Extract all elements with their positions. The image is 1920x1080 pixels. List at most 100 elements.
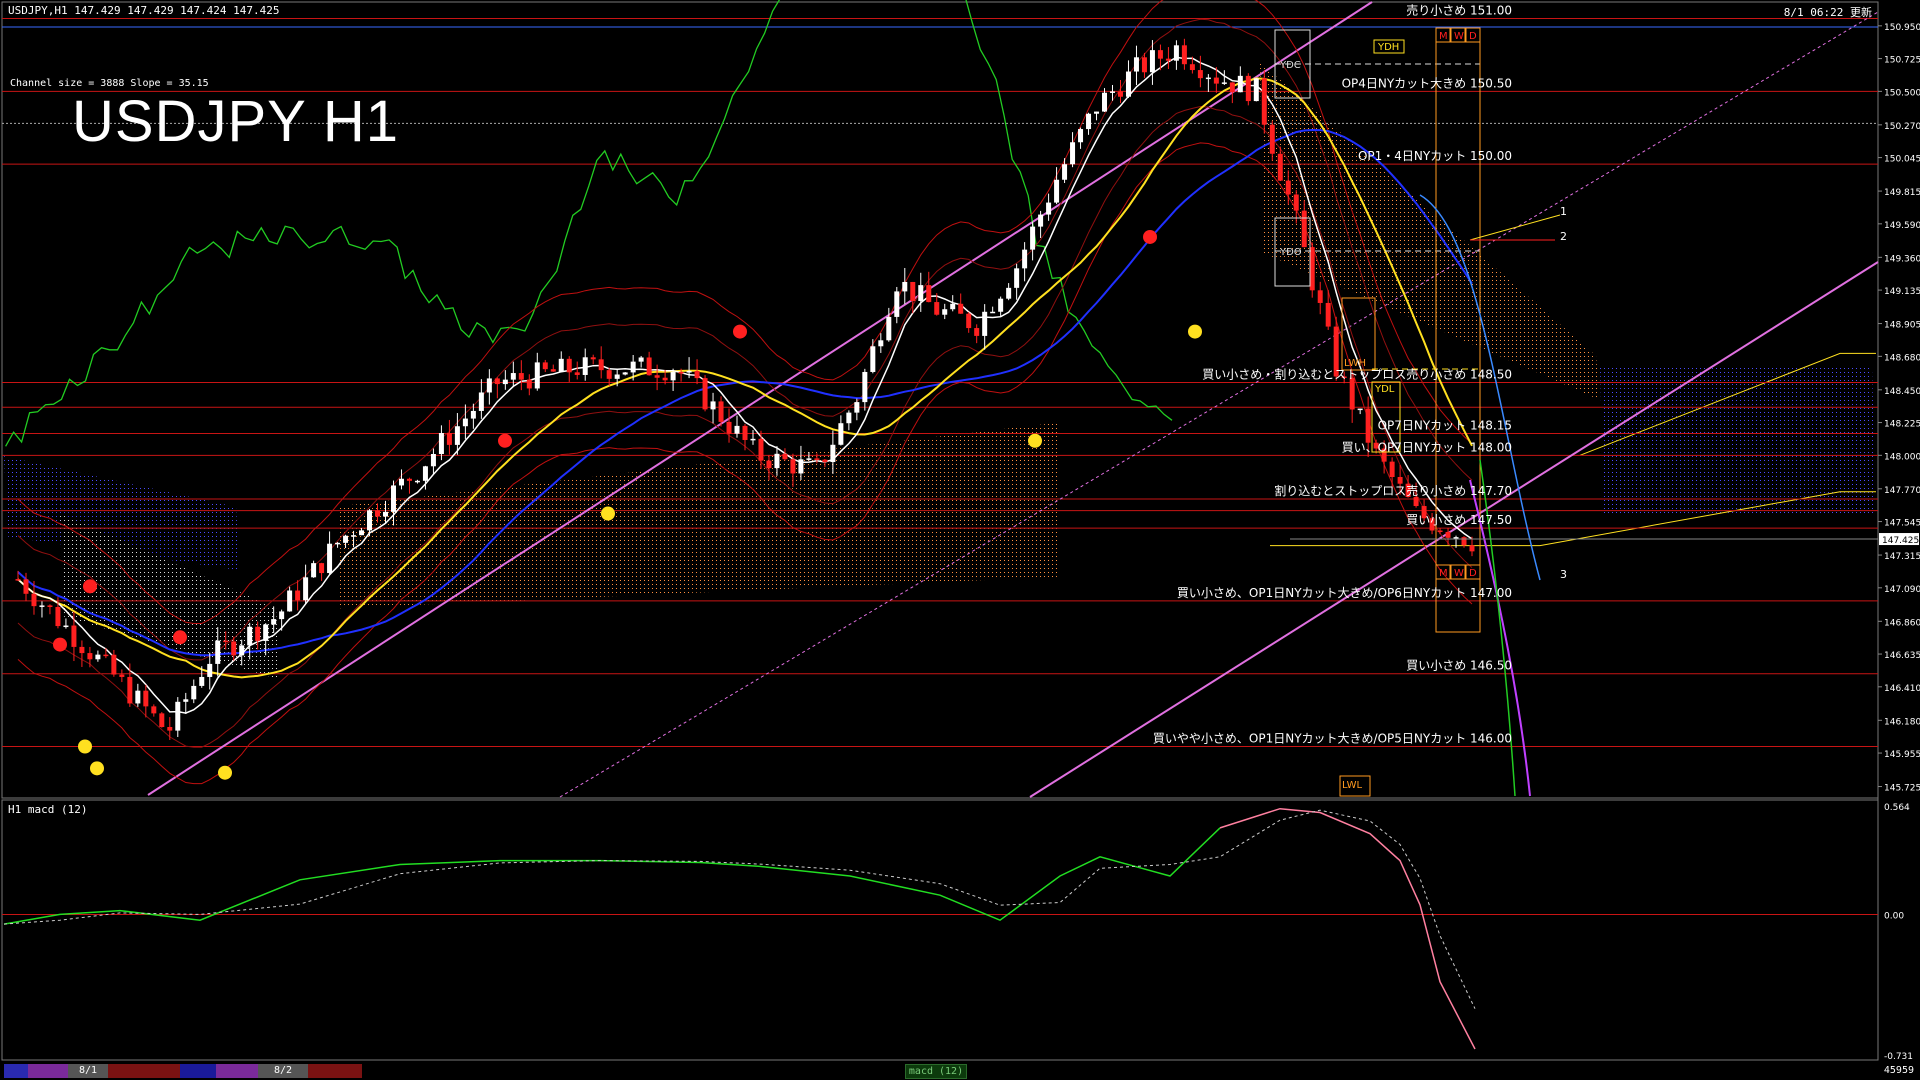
price-chart[interactable]: YDCYDOLWHYDLLWLYDHM W DM W D123 売り小さめ 151.00…	[0, 0, 1920, 1080]
ref-box-label: YDC	[1279, 60, 1301, 71]
candle	[526, 374, 532, 396]
candle	[151, 704, 157, 717]
ref-box-label: YDL	[1374, 384, 1395, 395]
candle	[750, 429, 756, 445]
candle	[862, 368, 868, 411]
candle-body	[630, 361, 636, 373]
candle-body	[79, 646, 85, 654]
level-label: OP7日NYカット 148.15	[1378, 418, 1512, 432]
candle-body	[894, 291, 900, 317]
candle	[1133, 45, 1139, 86]
candle-body	[103, 654, 109, 657]
candle	[534, 352, 540, 391]
candle-body	[790, 459, 796, 474]
candle-body	[414, 480, 420, 483]
fractal-up	[83, 579, 97, 594]
candle-body	[311, 563, 317, 578]
candle	[1117, 79, 1123, 103]
candle-body	[1461, 537, 1467, 546]
candle-body	[167, 727, 173, 731]
candle	[542, 359, 548, 373]
candle	[1094, 111, 1100, 121]
macd-line-up	[3, 827, 1221, 925]
candle-body	[1397, 477, 1403, 484]
candle	[654, 364, 660, 391]
chart-window[interactable]: YDC YDO LWH YDL LWL YDH M W D M W D 1 2 3 売り小さめ 151.00…	[0, 0, 1920, 1080]
candle-body	[438, 433, 444, 454]
candle	[838, 415, 844, 446]
axis-label: 147.315	[1884, 552, 1920, 562]
candle-body	[87, 653, 93, 660]
candle-body	[1046, 202, 1052, 215]
candle-body	[734, 425, 740, 434]
macd-tab[interactable]: macd (12)	[905, 1064, 967, 1079]
axis-label: 149.815	[1884, 188, 1920, 198]
candle	[622, 372, 628, 376]
candle-body	[694, 370, 700, 379]
projection-line-1	[1469, 214, 1561, 241]
candle	[119, 669, 125, 683]
candle-body	[239, 645, 245, 656]
candle-body	[878, 340, 884, 347]
bar-segment	[4, 1064, 28, 1078]
candle-body	[1237, 75, 1243, 93]
candle-body	[63, 625, 69, 628]
candle	[159, 712, 165, 728]
candle-body	[151, 706, 157, 714]
candle	[1030, 221, 1036, 261]
macd-axis-label: 0.00	[1884, 911, 1904, 921]
candle	[39, 601, 45, 618]
candle-body	[255, 626, 261, 641]
candle	[1469, 536, 1475, 557]
candle	[175, 697, 181, 737]
candle	[734, 415, 740, 438]
candle	[1357, 408, 1363, 415]
candle-body	[558, 358, 564, 372]
candle-body	[990, 311, 996, 314]
axis-label: 150.500	[1884, 88, 1920, 98]
candle	[111, 649, 117, 677]
candle	[742, 423, 748, 451]
candle-body	[518, 373, 524, 380]
candle	[606, 367, 612, 386]
candle-body	[606, 370, 612, 379]
candle	[1197, 55, 1203, 88]
axis-label: 145.955	[1884, 750, 1920, 760]
candle-body	[678, 372, 684, 374]
candle-body	[1269, 124, 1275, 154]
candle	[63, 618, 69, 629]
date-label-8-2[interactable]: 8/2	[258, 1064, 308, 1078]
candle-body	[263, 624, 269, 641]
date-label-8-1[interactable]: 8/1	[68, 1064, 108, 1078]
fractal-down	[1188, 324, 1202, 339]
candle-body	[862, 371, 868, 403]
candle-body	[207, 663, 213, 677]
projection-label: 2	[1560, 230, 1567, 243]
candle-body	[854, 402, 860, 413]
candle-body	[806, 458, 812, 460]
candle	[1014, 263, 1020, 300]
candle-body	[934, 302, 940, 315]
candle	[638, 355, 644, 368]
candle-body	[1014, 268, 1020, 288]
fractal-down	[1028, 433, 1042, 448]
axis-label: 146.180	[1884, 717, 1920, 727]
candle-body	[1253, 78, 1259, 102]
candle-body	[670, 372, 676, 381]
fractal-up	[1143, 229, 1157, 244]
candle	[1070, 132, 1076, 168]
candle-body	[1078, 129, 1084, 143]
axis-label: 149.590	[1884, 221, 1920, 231]
candle	[1078, 127, 1084, 149]
bar-segment	[108, 1064, 180, 1078]
candle	[1022, 242, 1028, 282]
candle-body	[1157, 50, 1163, 59]
candle-body	[1102, 92, 1108, 112]
candle	[558, 351, 564, 373]
candle-body	[590, 357, 596, 360]
candle-body	[1062, 164, 1068, 180]
candle-body	[23, 579, 29, 594]
candle-body	[319, 563, 325, 574]
candle-body	[446, 433, 452, 445]
bar-segment	[216, 1064, 258, 1078]
